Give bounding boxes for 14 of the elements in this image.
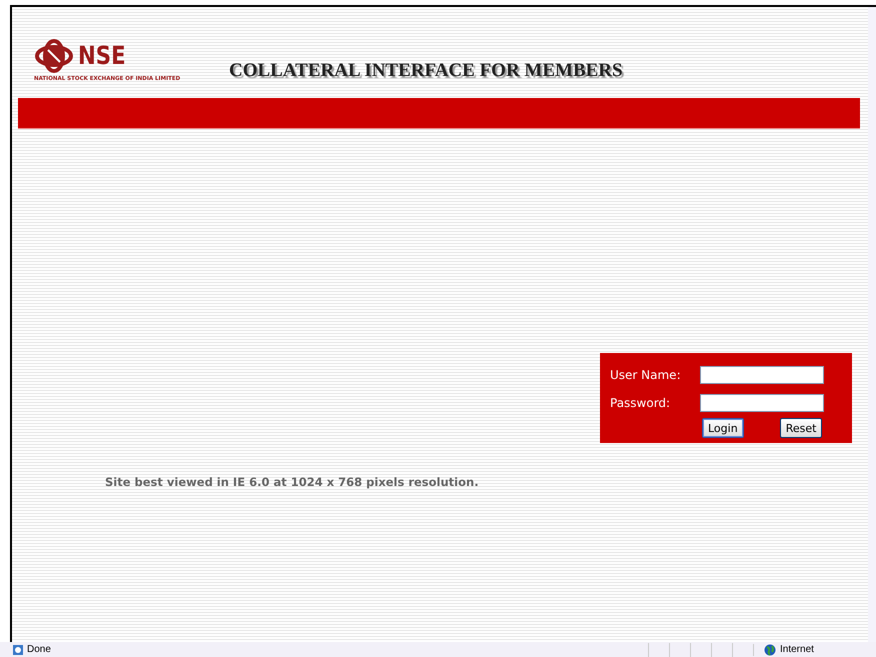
reset-button[interactable]: Reset [780,418,822,438]
field-label: User Name: [610,368,682,382]
login-button[interactable]: Login [702,418,744,438]
field-label: Password: [610,396,672,410]
username-field[interactable] [700,366,824,384]
page-title: COLLATERAL INTERFACE FOR MEMBERS [229,60,623,82]
resolution-note: Site best viewed in IE 6.0 at 1024 x 768 pixels resolution. [105,475,480,489]
logo-mark-icon [34,39,74,73]
status-text: Done [27,644,51,655]
zone-text: Internet [780,644,814,655]
logo-text: NSE [78,42,126,70]
password-field[interactable] [700,394,824,412]
scrollbar[interactable] [868,7,876,642]
globe-icon [764,644,776,656]
